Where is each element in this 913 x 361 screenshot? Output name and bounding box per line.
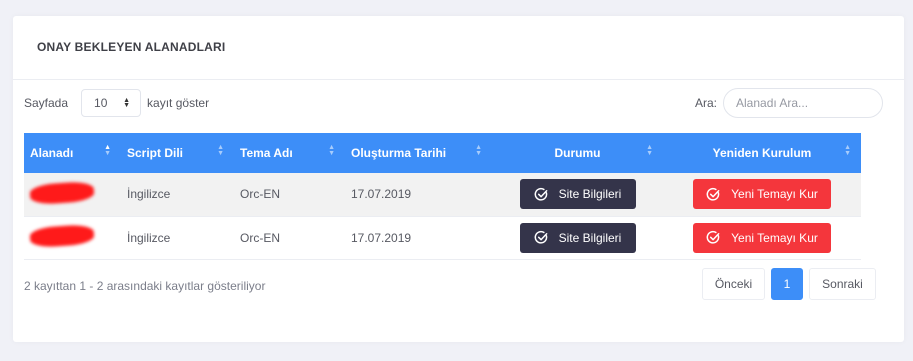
column-header-status[interactable]: Durumu ▲ ▼ — [492, 133, 663, 173]
sort-arrows-icon: ▲ ▼ — [328, 144, 335, 157]
page-length-control: Sayfada 10 ▲ ▼ kayıt göster — [24, 88, 209, 118]
table-row: İngilizce Orc-EN 17.07.2019 Site Bilgile… — [24, 216, 861, 259]
domains-table: Alanadı ▲ ▼ Script Dili ▲ ▼ Tema Adı ▲ ▼ Oluşt… — [24, 133, 861, 260]
pagination: Önceki 1 Sonraki — [702, 268, 876, 300]
date-cell: 17.07.2019 — [351, 187, 412, 202]
sort-arrows-icon: ▲ ▼ — [217, 144, 224, 157]
current-page-button[interactable]: 1 — [771, 268, 803, 300]
redacted-domain — [29, 223, 95, 249]
check-circle-icon — [534, 187, 548, 201]
table-info: 2 kayıttan 1 - 2 arasındaki kayıtlar gös… — [24, 279, 266, 293]
column-header-date[interactable]: Oluşturma Tarihi ▲ ▼ — [345, 133, 492, 173]
search-label: Ara: — [694, 96, 717, 110]
date-cell: 17.07.2019 — [351, 230, 412, 245]
script-cell: İngilizce — [127, 230, 171, 245]
column-header-script[interactable]: Script Dili ▲ ▼ — [121, 133, 234, 173]
length-prefix: Sayfada — [24, 96, 69, 110]
column-header-theme[interactable]: Tema Adı ▲ ▼ — [234, 133, 345, 173]
reinstall-cell: Yeni Temayı Kur — [663, 216, 861, 259]
install-new-theme-button[interactable]: Yeni Temayı Kur — [693, 222, 831, 253]
status-cell: Site Bilgileri — [492, 173, 663, 216]
sort-arrows-icon: ▲ ▼ — [104, 144, 111, 157]
sort-arrows-icon: ▲ ▼ — [844, 144, 851, 157]
site-info-button[interactable]: Site Bilgileri — [519, 222, 636, 253]
table-row: İngilizce Orc-EN 17.07.2019 Site Bilgile… — [24, 173, 861, 216]
search-control: Ara: — [695, 88, 883, 118]
column-header-domain[interactable]: Alanadı ▲ ▼ — [24, 133, 121, 173]
sort-arrows-icon: ▲ ▼ — [646, 144, 653, 157]
reinstall-cell: Yeni Temayı Kur — [663, 173, 861, 216]
page-length-select[interactable]: 10 ▲ ▼ — [81, 89, 142, 117]
select-arrows-icon: ▲ ▼ — [123, 97, 131, 109]
check-circle-icon — [534, 230, 548, 244]
domain-cell — [24, 173, 121, 216]
theme-cell: Orc-EN — [240, 187, 280, 202]
install-new-theme-button[interactable]: Yeni Temayı Kur — [693, 179, 831, 210]
redacted-domain — [29, 180, 95, 205]
sort-arrows-icon: ▲ ▼ — [475, 144, 482, 157]
status-cell: Site Bilgileri — [492, 216, 663, 259]
card-title: ONAY BEKLEYEN ALANADLARI — [37, 40, 226, 54]
check-circle-icon — [706, 187, 720, 201]
theme-cell: Orc-EN — [240, 230, 280, 245]
card-header: ONAY BEKLEYEN ALANADLARI — [13, 16, 904, 80]
check-circle-icon — [706, 230, 720, 244]
previous-page-button[interactable]: Önceki — [702, 268, 765, 300]
next-page-button[interactable]: Sonraki — [809, 268, 876, 300]
page-length-value: 10 — [94, 96, 108, 110]
script-cell: İngilizce — [127, 187, 171, 202]
table-header-row: Alanadı ▲ ▼ Script Dili ▲ ▼ Tema Adı ▲ ▼ Oluşt… — [24, 133, 861, 173]
column-header-reinstall[interactable]: Yeniden Kurulum ▲ ▼ — [663, 133, 861, 173]
domain-cell — [24, 216, 121, 259]
length-suffix: kayıt göster — [147, 96, 210, 110]
search-input[interactable] — [723, 88, 883, 118]
site-info-button[interactable]: Site Bilgileri — [519, 179, 636, 210]
